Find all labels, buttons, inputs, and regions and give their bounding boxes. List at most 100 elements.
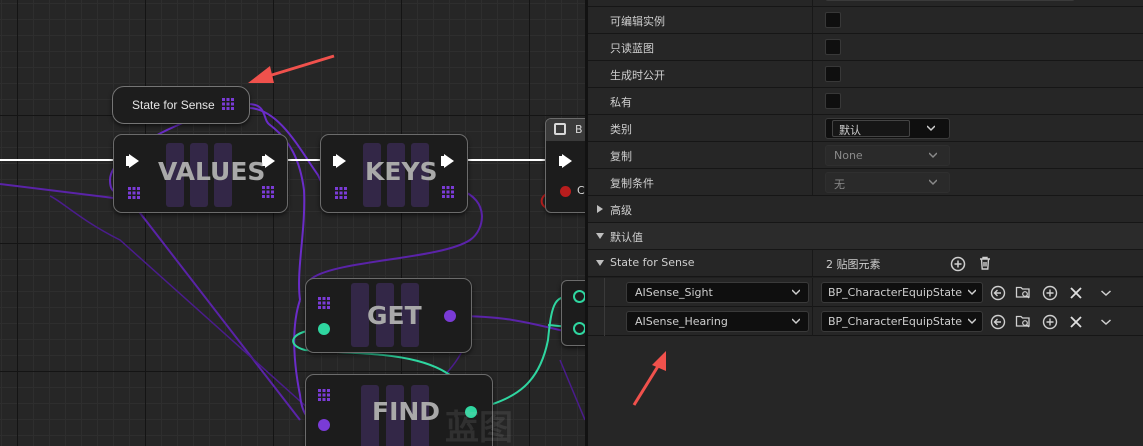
- blueprint-graph[interactable]: State for Sense VALUES KEYS GET FIND B C…: [0, 0, 585, 446]
- state-for-sense-variable-node[interactable]: State for Sense: [112, 86, 250, 124]
- find-title: FIND: [372, 397, 441, 426]
- condition-pin[interactable]: [560, 186, 571, 197]
- map-entry-row: AISense_Sight BP_CharacterEquipState: [588, 278, 1143, 307]
- advanced-label: 高级: [610, 204, 632, 217]
- expose-on-spawn-checkbox[interactable]: [825, 66, 841, 82]
- replication-value: None: [834, 149, 863, 162]
- chevron-down-icon: [792, 318, 800, 325]
- branch-node[interactable]: B C: [545, 118, 585, 213]
- browse-asset-icon[interactable]: [1015, 284, 1031, 300]
- map-value-combo[interactable]: BP_CharacterEquipState: [821, 282, 983, 303]
- chevron-down-icon[interactable]: [1098, 285, 1114, 301]
- map-name-label: State for Sense: [610, 256, 695, 269]
- chevron-down-icon: [792, 289, 800, 296]
- keys-node[interactable]: KEYS: [320, 134, 468, 213]
- array-output-pin[interactable]: [262, 186, 274, 198]
- keys-title: KEYS: [365, 157, 438, 186]
- row-readonly-blueprint: 只读蓝图: [588, 34, 1143, 61]
- expose-on-spawn-label: 生成时公开: [610, 69, 665, 82]
- replication-label: 复制: [610, 150, 632, 163]
- exec-input-pin[interactable]: [126, 154, 139, 168]
- partial-node[interactable]: [561, 280, 585, 346]
- chevron-down-icon: [929, 179, 937, 186]
- chevron-down-icon: [968, 318, 976, 325]
- row-category: 类别 默认: [588, 115, 1143, 142]
- chevron-down-icon: [929, 152, 937, 159]
- row-private: 私有: [588, 88, 1143, 115]
- details-panel: 可编辑实例 只读蓝图 生成时公开 私有 类别 默认 复制 None 复制条件 无…: [585, 0, 1143, 446]
- remove-icon[interactable]: [1068, 285, 1084, 301]
- expand-arrow-icon: [597, 205, 603, 213]
- section-default-value[interactable]: 默认值: [588, 223, 1143, 250]
- row-editable-instance: 可编辑实例: [588, 7, 1143, 34]
- category-value: 默认: [839, 124, 861, 137]
- watermark: 蓝图: [445, 408, 513, 446]
- map-value-value: BP_CharacterEquipState: [828, 286, 963, 299]
- row-expose-on-spawn: 生成时公开: [588, 61, 1143, 88]
- get-node[interactable]: GET: [305, 278, 472, 353]
- collapse-arrow-icon: [596, 260, 604, 266]
- insert-icon[interactable]: [1042, 314, 1058, 330]
- partial-input-pin-2[interactable]: [573, 322, 585, 335]
- section-advanced[interactable]: 高级: [588, 196, 1143, 223]
- map-key-value: AISense_Sight: [635, 286, 713, 299]
- item-input-pin[interactable]: [318, 419, 330, 431]
- map-key-value: AISense_Hearing: [635, 315, 728, 328]
- remove-icon[interactable]: [1068, 314, 1084, 330]
- chevron-down-icon: [968, 289, 976, 296]
- chevron-down-icon: [927, 125, 935, 132]
- map-input-pin[interactable]: [318, 389, 330, 401]
- chevron-down-icon[interactable]: [1098, 314, 1114, 330]
- condition-label: C: [577, 184, 585, 197]
- map-input-pin[interactable]: [318, 297, 330, 309]
- insert-icon[interactable]: [1042, 285, 1058, 301]
- use-selected-asset-icon[interactable]: [990, 285, 1006, 301]
- map-entry-row: AISense_Hearing BP_CharacterEquipState: [588, 307, 1143, 336]
- value-output-pin[interactable]: [444, 310, 456, 322]
- values-title: VALUES: [158, 157, 266, 186]
- map-input-pin[interactable]: [335, 187, 347, 199]
- map-output-pin[interactable]: [222, 98, 234, 110]
- map-input-pin[interactable]: [128, 187, 140, 199]
- category-combo[interactable]: 默认: [825, 118, 950, 139]
- partial-input-pin-1[interactable]: [573, 290, 585, 303]
- private-label: 私有: [610, 96, 632, 109]
- add-element-icon[interactable]: [950, 256, 966, 272]
- map-count-label: 2 贴图元素: [826, 258, 881, 271]
- default-value-label: 默认值: [610, 231, 643, 244]
- map-value-combo[interactable]: BP_CharacterEquipState: [821, 311, 983, 332]
- collapse-arrow-icon: [596, 233, 604, 239]
- exec-input-pin[interactable]: [559, 154, 572, 168]
- map-value-value: BP_CharacterEquipState: [828, 315, 963, 328]
- map-key-combo[interactable]: AISense_Hearing: [626, 311, 809, 332]
- readonly-blueprint-checkbox[interactable]: [825, 39, 841, 55]
- array-output-pin[interactable]: [442, 186, 454, 198]
- editable-instance-label: 可编辑实例: [610, 15, 665, 28]
- branch-title: B: [575, 123, 583, 136]
- browse-asset-icon[interactable]: [1015, 313, 1031, 329]
- annotation-arrow-icon: [632, 351, 666, 406]
- get-title: GET: [367, 301, 422, 330]
- tooltip-field[interactable]: [825, 0, 1075, 1]
- prev-row: [588, 0, 1143, 20]
- row-replication-condition: 复制条件 无: [588, 169, 1143, 196]
- exec-input-pin[interactable]: [333, 154, 346, 168]
- editable-instance-checkbox[interactable]: [825, 12, 841, 28]
- trash-icon[interactable]: [977, 255, 993, 271]
- private-checkbox[interactable]: [825, 93, 841, 109]
- replication-combo[interactable]: None: [825, 145, 950, 166]
- exec-output-pin[interactable]: [262, 154, 275, 168]
- replication-condition-combo[interactable]: 无: [825, 172, 950, 193]
- replication-condition-label: 复制条件: [610, 177, 654, 190]
- values-node[interactable]: VALUES: [113, 134, 288, 213]
- category-label: 类别: [610, 123, 632, 136]
- key-input-pin[interactable]: [318, 323, 330, 335]
- use-selected-asset-icon[interactable]: [990, 314, 1006, 330]
- replication-condition-value: 无: [834, 178, 845, 191]
- row-map-header: State for Sense 2 贴图元素: [588, 250, 1143, 277]
- row-replication: 复制 None: [588, 142, 1143, 169]
- annotation-arrow-icon: [248, 54, 335, 83]
- readonly-blueprint-label: 只读蓝图: [610, 42, 654, 55]
- map-key-combo[interactable]: AISense_Sight: [626, 282, 809, 303]
- exec-output-pin[interactable]: [441, 154, 454, 168]
